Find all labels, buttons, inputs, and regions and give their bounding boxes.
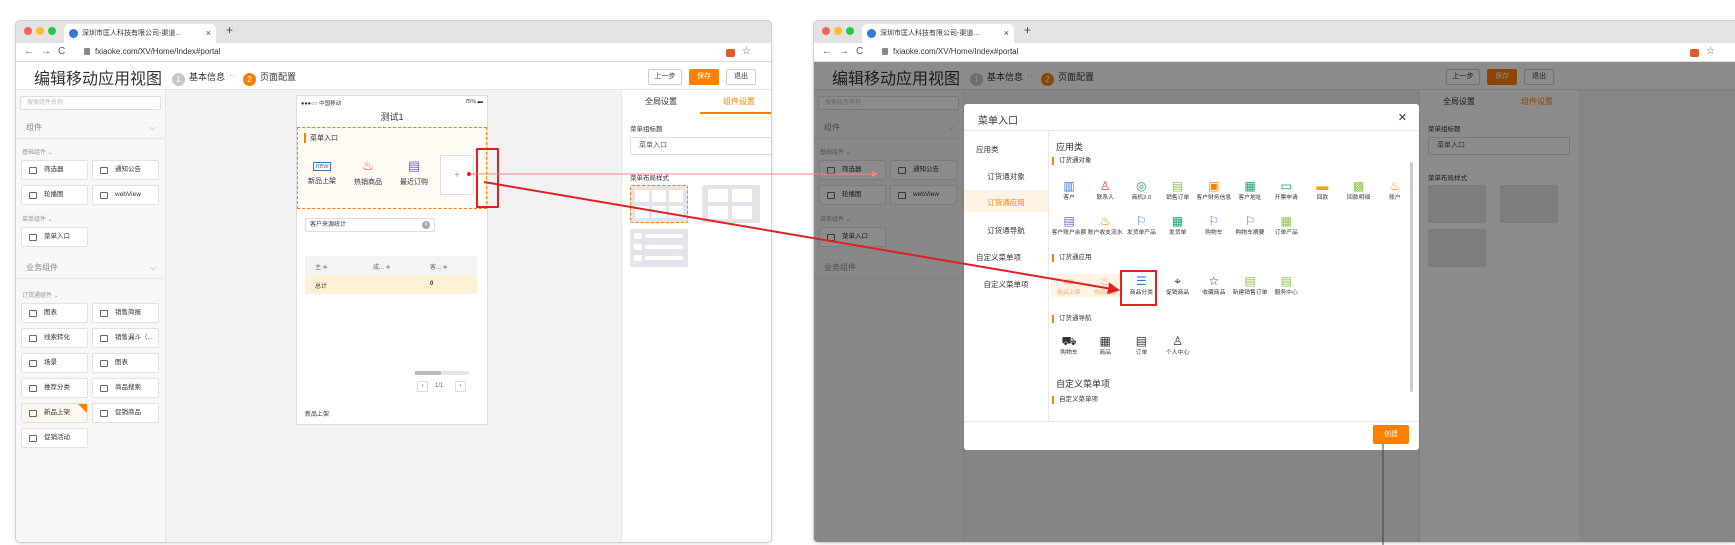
annotation-arrows <box>467 171 1384 545</box>
annotation-arrow-long <box>483 181 1120 295</box>
annotation-dot <box>467 172 471 176</box>
